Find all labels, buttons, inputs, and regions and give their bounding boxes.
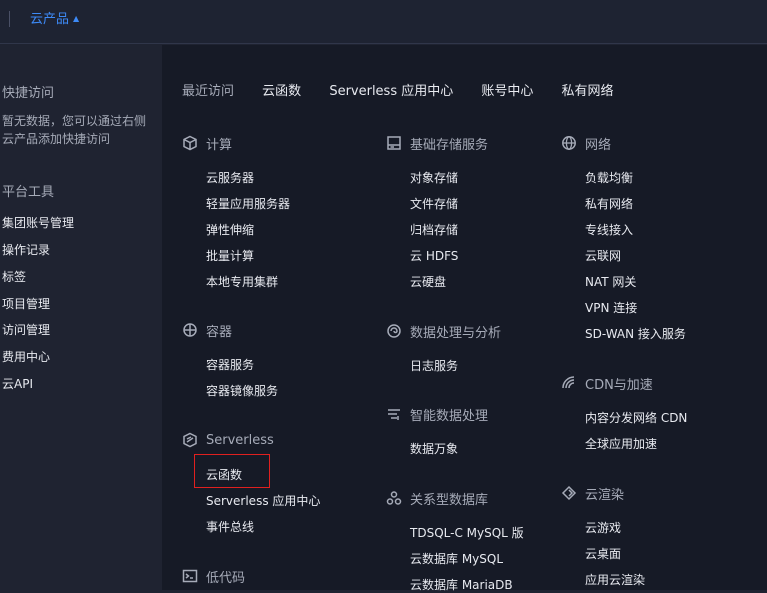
- category-title: 智能数据处理: [410, 408, 489, 424]
- product-link[interactable]: TDSQL-C MySQL 版: [410, 524, 524, 541]
- product-link[interactable]: 私有网络: [585, 195, 633, 212]
- sidebar-item-operation-log[interactable]: 操作记录: [2, 241, 50, 258]
- category-title: Serverless: [206, 432, 274, 448]
- product-link[interactable]: 数据万象: [410, 440, 458, 457]
- product-link[interactable]: VPN 连接: [585, 299, 637, 316]
- spiral-icon: [561, 485, 577, 501]
- signal-icon: [562, 376, 575, 389]
- category-title: 低代码: [206, 570, 246, 586]
- sidebar-item-projects[interactable]: 项目管理: [2, 295, 50, 312]
- sidebar-item-tags[interactable]: 标签: [2, 268, 26, 285]
- recent-item[interactable]: Serverless 应用中心: [329, 84, 453, 99]
- product-link[interactable]: 云联网: [585, 247, 621, 264]
- product-link[interactable]: 云 HDFS: [410, 247, 458, 264]
- product-link[interactable]: 本地专用集群: [206, 273, 278, 290]
- product-link[interactable]: 应用云渲染: [585, 571, 645, 588]
- product-link[interactable]: 事件总线: [206, 518, 254, 535]
- recent-visits: 最近访问 云函数 Serverless 应用中心 账号中心 私有网络: [182, 80, 638, 99]
- cloud-products-label: 云产品: [30, 12, 70, 27]
- category-title: 关系型数据库: [410, 492, 489, 508]
- sidebar-item-group-account[interactable]: 集团账号管理: [2, 214, 74, 231]
- product-link[interactable]: 云函数: [206, 466, 242, 483]
- category-title: CDN与加速: [585, 377, 653, 393]
- swirl-icon: [387, 324, 401, 338]
- chevron-up-icon: ▲: [73, 14, 80, 23]
- product-link[interactable]: NAT 网关: [585, 273, 636, 290]
- product-link[interactable]: 容器镜像服务: [206, 382, 278, 399]
- category-title: 容器: [206, 324, 233, 340]
- globe-icon: [562, 136, 576, 150]
- product-link[interactable]: 文件存储: [410, 195, 458, 212]
- cloud-products-menu[interactable]: 云产品 ▲: [30, 10, 79, 29]
- product-link[interactable]: 云桌面: [585, 545, 621, 562]
- sidebar: 快捷访问 暂无数据，您可以通过右侧云产品添加快捷访问 平台工具 集团账号管理 操…: [0, 45, 162, 590]
- product-link[interactable]: 云游戏: [585, 519, 621, 536]
- database-nodes-icon: [386, 491, 402, 505]
- recent-item[interactable]: 云函数: [262, 84, 301, 99]
- serverless-icon: [183, 432, 197, 448]
- quick-access-empty-text: 暂无数据，您可以通过右侧云产品添加快捷访问: [2, 114, 147, 146]
- product-link[interactable]: 专线接入: [585, 221, 633, 238]
- product-link[interactable]: 轻量应用服务器: [206, 195, 290, 212]
- platform-tools-title: 平台工具: [2, 185, 55, 200]
- quick-access-title: 快捷访问: [2, 86, 55, 101]
- list-filter-icon: [388, 409, 400, 420]
- product-link[interactable]: 负载均衡: [585, 169, 633, 186]
- product-link[interactable]: 批量计算: [206, 247, 254, 264]
- product-link[interactable]: 云数据库 MariaDB: [410, 576, 513, 593]
- recent-item[interactable]: 私有网络: [562, 84, 614, 99]
- product-link[interactable]: 云数据库 MySQL: [410, 550, 503, 567]
- product-link[interactable]: 全球应用加速: [585, 435, 657, 452]
- product-link[interactable]: Serverless 应用中心: [206, 492, 320, 509]
- product-link[interactable]: 云服务器: [206, 169, 254, 186]
- terminal-icon: [182, 569, 198, 583]
- product-link[interactable]: 日志服务: [410, 357, 458, 374]
- top-bar: 云产品 ▲: [0, 0, 767, 44]
- product-link[interactable]: 对象存储: [410, 169, 458, 186]
- recent-item[interactable]: 账号中心: [481, 84, 533, 99]
- category-title: 基础存储服务: [410, 137, 489, 153]
- product-link[interactable]: 归档存储: [410, 221, 458, 238]
- product-link[interactable]: SD-WAN 接入服务: [585, 325, 686, 342]
- sidebar-item-billing[interactable]: 费用中心: [2, 348, 50, 365]
- products-panel: 最近访问 云函数 Serverless 应用中心 账号中心 私有网络 计算 云服…: [162, 45, 767, 593]
- category-title: 计算: [206, 137, 233, 153]
- category-title: 网络: [585, 137, 612, 153]
- cube-icon: [183, 135, 197, 151]
- product-link[interactable]: 云硬盘: [410, 273, 446, 290]
- product-link[interactable]: 弹性伸缩: [206, 221, 254, 238]
- sidebar-item-api[interactable]: 云API: [2, 375, 33, 392]
- category-title: 数据处理与分析: [410, 325, 502, 341]
- container-icon: [183, 323, 197, 337]
- storage-icon: [387, 136, 401, 150]
- recent-label: 最近访问: [182, 84, 235, 99]
- product-link[interactable]: 内容分发网络 CDN: [585, 409, 687, 426]
- category-title: 云渲染: [585, 487, 625, 503]
- divider: [9, 11, 10, 27]
- sidebar-item-access[interactable]: 访问管理: [2, 321, 50, 338]
- product-link[interactable]: 容器服务: [206, 356, 254, 373]
